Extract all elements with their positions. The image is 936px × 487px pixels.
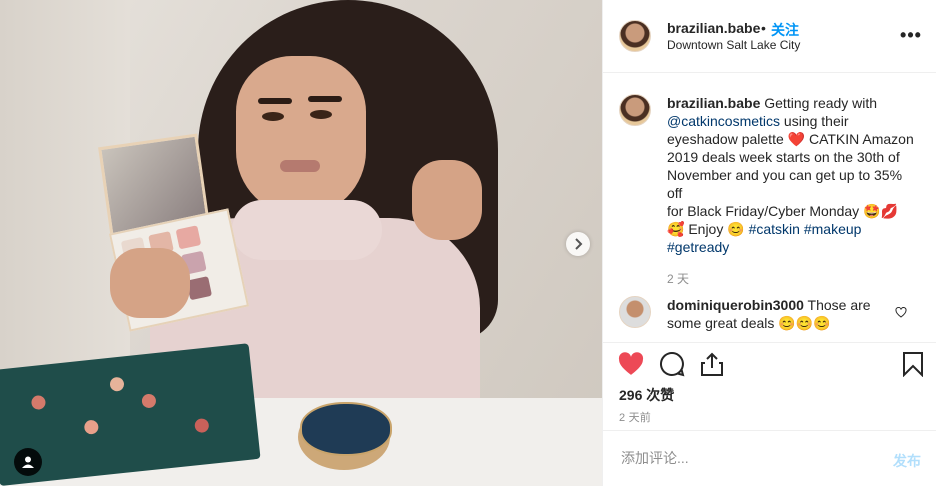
- hashtag-link[interactable]: #catskin: [749, 221, 800, 237]
- location-link[interactable]: Downtown Salt Lake City: [667, 38, 800, 52]
- avatar[interactable]: [619, 94, 651, 126]
- emoji: 😊😊😊: [778, 315, 831, 331]
- avatar[interactable]: [619, 20, 651, 52]
- photo-collar: [232, 200, 382, 260]
- comment-input[interactable]: [619, 449, 863, 467]
- add-comment-section: 发布: [603, 430, 936, 487]
- caption-timestamp[interactable]: 2 天: [667, 270, 689, 287]
- photo-brow: [308, 96, 342, 102]
- comment: dominiquerobin3000 Those are some great …: [667, 296, 897, 332]
- photo-lips: [280, 160, 320, 172]
- user-icon: [22, 456, 34, 468]
- post-timestamp[interactable]: 2 天前: [619, 409, 651, 425]
- tagged-users-button[interactable]: [14, 448, 42, 476]
- header-separator: •: [761, 20, 766, 36]
- bookmark-icon: [903, 352, 923, 378]
- emoji: 🥰: [667, 221, 685, 237]
- post-header: brazilian.babe • 关注 Downtown Salt Lake C…: [603, 0, 936, 73]
- caption-text: for Black Friday/Cyber Monday: [667, 203, 864, 219]
- caption-username[interactable]: brazilian.babe: [667, 95, 760, 111]
- heart-outline-icon: [895, 306, 907, 318]
- save-button[interactable]: [899, 351, 927, 379]
- like-count[interactable]: 296 次赞: [619, 385, 674, 405]
- chevron-right-icon: [575, 238, 583, 250]
- header-username[interactable]: brazilian.babe: [667, 20, 760, 36]
- photo-hand: [412, 160, 482, 240]
- emoji: 😊: [727, 221, 745, 237]
- photo-eye: [262, 112, 284, 121]
- emoji: 🤩💋: [863, 203, 898, 219]
- post-panel: brazilian.babe • 关注 Downtown Salt Lake C…: [602, 0, 936, 486]
- post-comment-button[interactable]: 发布: [893, 451, 921, 471]
- caption-text: Enjoy: [684, 221, 728, 237]
- photo-eye: [310, 110, 332, 119]
- hashtag-link[interactable]: #makeup: [804, 221, 862, 237]
- comment-like-button[interactable]: [895, 306, 907, 321]
- photo-hand: [110, 248, 190, 318]
- next-photo-button[interactable]: [566, 232, 590, 256]
- heart-emoji: ❤️: [787, 131, 806, 147]
- mention-link[interactable]: @catkincosmetics: [667, 113, 780, 129]
- follow-button[interactable]: 关注: [771, 20, 799, 40]
- comment-username[interactable]: dominiquerobin3000: [667, 297, 804, 313]
- photo-face: [236, 56, 366, 216]
- share-button[interactable]: [698, 351, 726, 379]
- comment-button[interactable]: [658, 351, 686, 379]
- photo-brow: [258, 98, 292, 104]
- avatar[interactable]: [619, 296, 651, 328]
- like-button[interactable]: [617, 351, 645, 379]
- heart-filled-icon: [618, 351, 644, 375]
- comments-section: brazilian.babe Getting ready with @catki…: [603, 72, 936, 342]
- share-icon: [701, 352, 723, 376]
- hashtag-link[interactable]: #getready: [667, 239, 729, 255]
- post-caption: brazilian.babe Getting ready with @catki…: [667, 94, 917, 256]
- post-photo[interactable]: [0, 0, 602, 486]
- caption-text: Getting ready with: [760, 95, 878, 111]
- comment-icon: [660, 351, 685, 377]
- more-options-icon[interactable]: •••: [900, 26, 922, 44]
- photo-compact-lid: [300, 402, 392, 456]
